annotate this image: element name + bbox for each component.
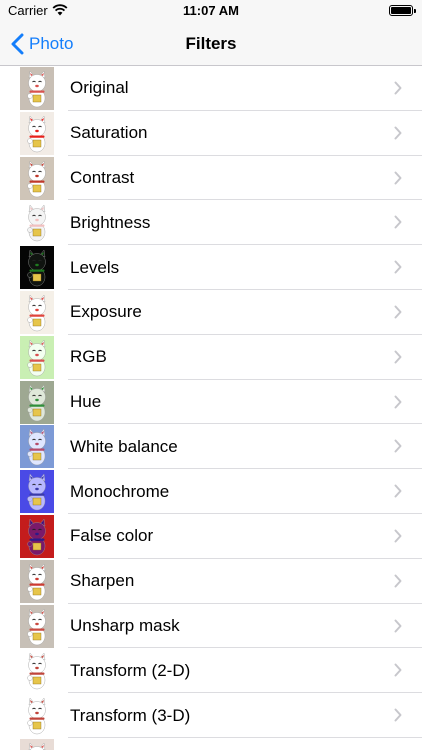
lucky-cat-icon	[20, 514, 54, 558]
filter-row[interactable]: Hue	[0, 380, 422, 425]
filter-thumbnail	[20, 111, 54, 155]
chevron-right-icon	[394, 619, 402, 633]
chevron-right-icon	[394, 708, 402, 722]
filter-row[interactable]: Transform (2-D)	[0, 648, 422, 693]
filter-thumbnail	[20, 470, 54, 514]
chevron-right-icon	[394, 574, 402, 588]
filter-row[interactable]: False color	[0, 514, 422, 559]
filter-row[interactable]: Exposure	[0, 290, 422, 335]
filter-row[interactable]: Brightness	[0, 200, 422, 245]
chevron-right-icon	[394, 350, 402, 364]
filter-thumbnail	[20, 559, 54, 603]
filter-label: Contrast	[70, 167, 135, 187]
filter-label: Saturation	[70, 123, 148, 143]
filter-label: Brightness	[70, 212, 151, 232]
filter-thumbnail	[20, 604, 54, 648]
filter-thumbnail	[20, 380, 54, 424]
filter-thumbnail	[20, 290, 54, 334]
filter-row[interactable]: White balance	[0, 424, 422, 469]
filter-row[interactable]: RGB	[0, 335, 422, 380]
lucky-cat-icon	[20, 380, 54, 424]
filter-row[interactable]: Monochrome	[0, 469, 422, 514]
filter-thumbnail	[20, 67, 54, 110]
filter-label: Exposure	[70, 302, 142, 322]
lucky-cat-icon	[20, 738, 54, 750]
clock-time: 11:07 AM	[183, 3, 239, 18]
lucky-cat-icon	[20, 649, 54, 693]
filter-label: Unsharp mask	[70, 615, 180, 635]
filter-row[interactable]: Contrast	[0, 156, 422, 201]
chevron-right-icon	[394, 305, 402, 319]
lucky-cat-icon	[20, 111, 54, 155]
lucky-cat-icon	[20, 290, 54, 334]
filter-list: Original Saturation Contrast Brightness Leve…	[0, 66, 422, 750]
filter-row[interactable]	[0, 738, 422, 750]
lucky-cat-icon	[20, 246, 54, 290]
filter-label: Transform (2-D)	[70, 660, 191, 680]
lucky-cat-icon	[20, 156, 54, 200]
navigation-bar: Photo Filters	[0, 22, 422, 66]
lucky-cat-icon	[20, 67, 54, 110]
lucky-cat-icon	[20, 335, 54, 379]
lucky-cat-icon	[20, 559, 54, 603]
filter-thumbnail	[20, 425, 54, 469]
filter-label: Monochrome	[70, 481, 170, 501]
filter-label: Transform (3-D)	[70, 705, 191, 725]
filter-label: Hue	[70, 391, 102, 411]
filter-thumbnail	[20, 738, 54, 750]
filter-label: Sharpen	[70, 571, 135, 591]
chevron-right-icon	[394, 484, 402, 498]
chevron-right-icon	[394, 260, 402, 274]
lucky-cat-icon	[20, 694, 54, 738]
filter-thumbnail	[20, 335, 54, 379]
filter-thumbnail	[20, 246, 54, 290]
filter-row[interactable]: Original	[0, 66, 422, 111]
lucky-cat-icon	[20, 425, 54, 469]
filter-row[interactable]: Transform (3-D)	[0, 693, 422, 738]
chevron-right-icon	[394, 81, 402, 95]
filter-thumbnail	[20, 156, 54, 200]
chevron-right-icon	[394, 171, 402, 185]
filter-thumbnail	[20, 649, 54, 693]
lucky-cat-icon	[20, 201, 54, 245]
lucky-cat-icon	[20, 604, 54, 648]
filter-label: False color	[70, 526, 154, 546]
filter-thumbnail	[20, 694, 54, 738]
chevron-right-icon	[394, 215, 402, 229]
filter-thumbnail	[20, 201, 54, 245]
chevron-right-icon	[394, 439, 402, 453]
filter-label: Levels	[70, 257, 120, 277]
filter-label: White balance	[70, 436, 178, 456]
lucky-cat-icon	[20, 470, 54, 514]
filter-row[interactable]: Levels	[0, 245, 422, 290]
chevron-right-icon	[394, 395, 402, 409]
status-bar: Carrier 11:07 AM	[0, 0, 422, 22]
filter-thumbnail	[20, 514, 54, 558]
filter-label: RGB	[70, 347, 107, 367]
filter-label: Original	[70, 78, 129, 98]
filter-row[interactable]: Saturation	[0, 111, 422, 156]
chevron-right-icon	[394, 126, 402, 140]
chevron-right-icon	[394, 529, 402, 543]
filter-row[interactable]: Sharpen	[0, 559, 422, 604]
filter-row[interactable]: Unsharp mask	[0, 604, 422, 649]
page-title: Filters	[185, 34, 237, 53]
chevron-right-icon	[394, 663, 402, 677]
battery-icon	[389, 5, 416, 16]
